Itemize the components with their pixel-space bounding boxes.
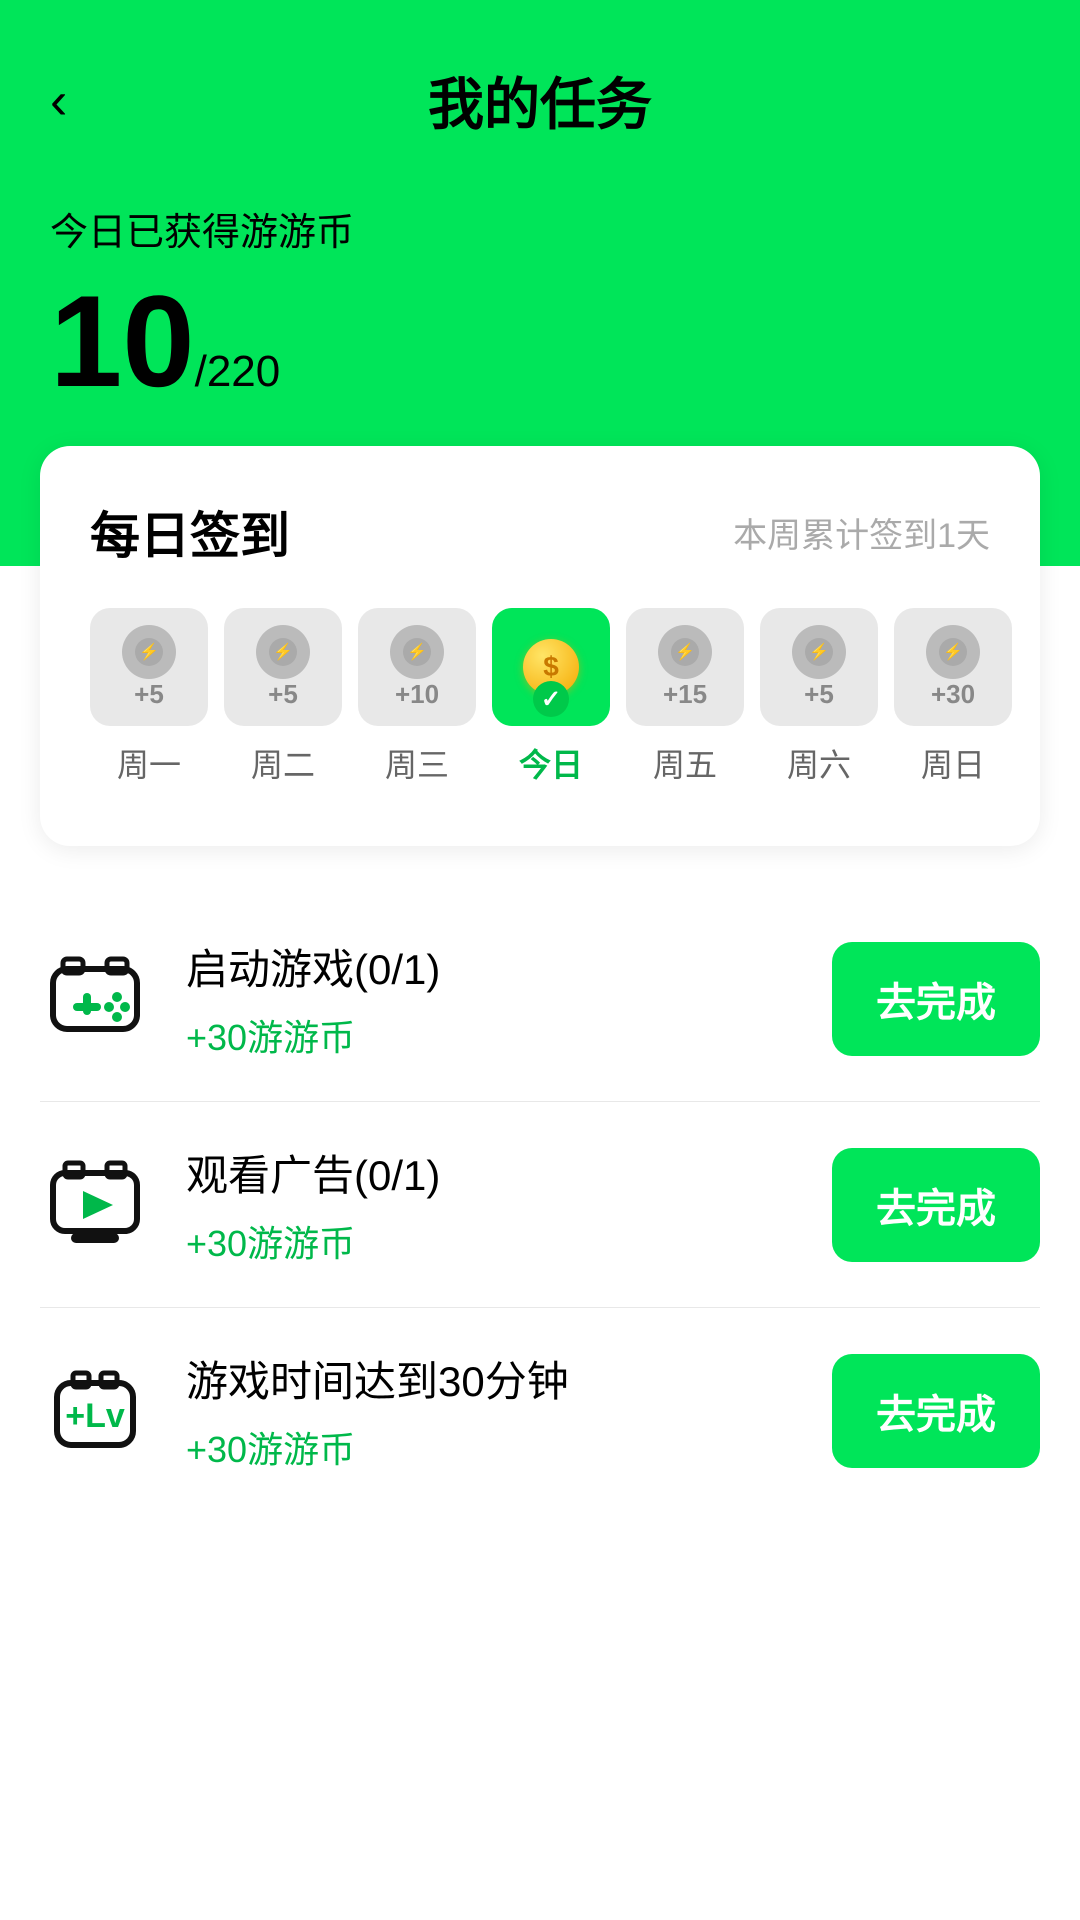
day-label-mon: 周一 — [117, 740, 181, 786]
checkin-subtitle: 本周累计签到1天 — [733, 508, 990, 557]
task-reward-watch-ad: +30游游币 — [186, 1215, 796, 1267]
day-label-today: 今日 — [519, 740, 583, 786]
coin-count: 10 /220 — [50, 276, 1030, 406]
day-points-mon: +5 — [134, 679, 164, 710]
checkin-card-header: 每日签到 本周累计签到1天 — [90, 496, 990, 568]
coin-icon-tue: ⚡ — [256, 625, 310, 679]
task-reward-launch-game: +30游游币 — [186, 1009, 796, 1061]
day-coin-box-fri: ⚡ +15 — [626, 608, 744, 726]
checkin-card: 每日签到 本周累计签到1天 ⚡ +5 周一 ⚡ +5 周二 — [40, 446, 1040, 846]
task-icon-launch-game — [40, 944, 150, 1054]
task-reward-game-time: +30游游币 — [186, 1421, 796, 1473]
complete-btn-watch-ad[interactable]: 去完成 — [832, 1148, 1040, 1262]
day-coin-box-tue: ⚡ +5 — [224, 608, 342, 726]
task-name-watch-ad: 观看广告(0/1) — [186, 1142, 796, 1203]
task-name-launch-game: 启动游戏(0/1) — [186, 936, 796, 997]
task-info-launch-game: 启动游戏(0/1) +30游游币 — [186, 936, 796, 1061]
day-points-fri: +15 — [663, 679, 707, 710]
day-points-tue: +5 — [268, 679, 298, 710]
day-label-wed: 周三 — [385, 740, 449, 786]
day-points-sun: +30 — [931, 679, 975, 710]
days-row: ⚡ +5 周一 ⚡ +5 周二 ⚡ +10 周三 — [90, 608, 990, 786]
svg-text:⚡: ⚡ — [139, 642, 159, 661]
day-item-wed: ⚡ +10 周三 — [358, 608, 476, 786]
day-label-fri: 周五 — [653, 740, 717, 786]
day-label-tue: 周二 — [251, 740, 315, 786]
day-item-sun: ⚡ +30 周日 — [894, 608, 1012, 786]
complete-btn-game-time[interactable]: 去完成 — [832, 1354, 1040, 1468]
svg-text:⚡: ⚡ — [809, 642, 829, 661]
day-points-sat: +5 — [804, 679, 834, 710]
coin-icon-sun: ⚡ — [926, 625, 980, 679]
task-icon-game-time: +Lv — [40, 1356, 150, 1466]
task-item-launch-game: 启动游戏(0/1) +30游游币 去完成 — [40, 896, 1040, 1102]
day-item-today[interactable]: ● $ ✓ 今日 — [492, 608, 610, 786]
coin-separator-max: /220 — [195, 347, 281, 397]
svg-text:⚡: ⚡ — [943, 642, 963, 661]
coin-current: 10 — [50, 276, 195, 406]
coin-icon-wed: ⚡ — [390, 625, 444, 679]
day-item-fri: ⚡ +15 周五 — [626, 608, 744, 786]
coin-label: 今日已获得游游币 — [50, 201, 1030, 256]
day-coin-box-wed: ⚡ +10 — [358, 608, 476, 726]
task-item-watch-ad: 观看广告(0/1) +30游游币 去完成 — [40, 1102, 1040, 1308]
day-item-tue: ⚡ +5 周二 — [224, 608, 342, 786]
task-icon-watch-ad — [40, 1150, 150, 1260]
task-name-game-time: 游戏时间达到30分钟 — [186, 1348, 796, 1409]
task-item-game-time: +Lv 游戏时间达到30分钟 +30游游币 去完成 — [40, 1308, 1040, 1513]
coin-icon-mon: ⚡ — [122, 625, 176, 679]
day-coin-box-today: ● $ ✓ — [492, 608, 610, 726]
task-info-game-time: 游戏时间达到30分钟 +30游游币 — [186, 1348, 796, 1473]
tasks-section: 启动游戏(0/1) +30游游币 去完成 观看广告(0/1) +30游游币 去完… — [40, 896, 1040, 1513]
svg-text:⚡: ⚡ — [273, 642, 293, 661]
task-info-watch-ad: 观看广告(0/1) +30游游币 — [186, 1142, 796, 1267]
page-title: 我的任务 — [428, 60, 652, 141]
day-coin-box-sun: ⚡ +30 — [894, 608, 1012, 726]
svg-text:⚡: ⚡ — [407, 642, 427, 661]
day-points-wed: +10 — [395, 679, 439, 710]
day-item-mon: ⚡ +5 周一 — [90, 608, 208, 786]
svg-text:+Lv: +Lv — [65, 1397, 125, 1435]
day-item-sat: ⚡ +5 周六 — [760, 608, 878, 786]
header-nav: ‹ 我的任务 — [50, 60, 1030, 141]
day-coin-box-sat: ⚡ +5 — [760, 608, 878, 726]
day-label-sun: 周日 — [921, 740, 985, 786]
complete-btn-launch-game[interactable]: 去完成 — [832, 942, 1040, 1056]
back-button[interactable]: ‹ — [50, 71, 67, 131]
checkin-title: 每日签到 — [90, 496, 290, 568]
coin-icon-fri: ⚡ — [658, 625, 712, 679]
svg-text:⚡: ⚡ — [675, 642, 695, 661]
day-label-sat: 周六 — [787, 740, 851, 786]
day-coin-box-mon: ⚡ +5 — [90, 608, 208, 726]
coin-icon-sat: ⚡ — [792, 625, 846, 679]
